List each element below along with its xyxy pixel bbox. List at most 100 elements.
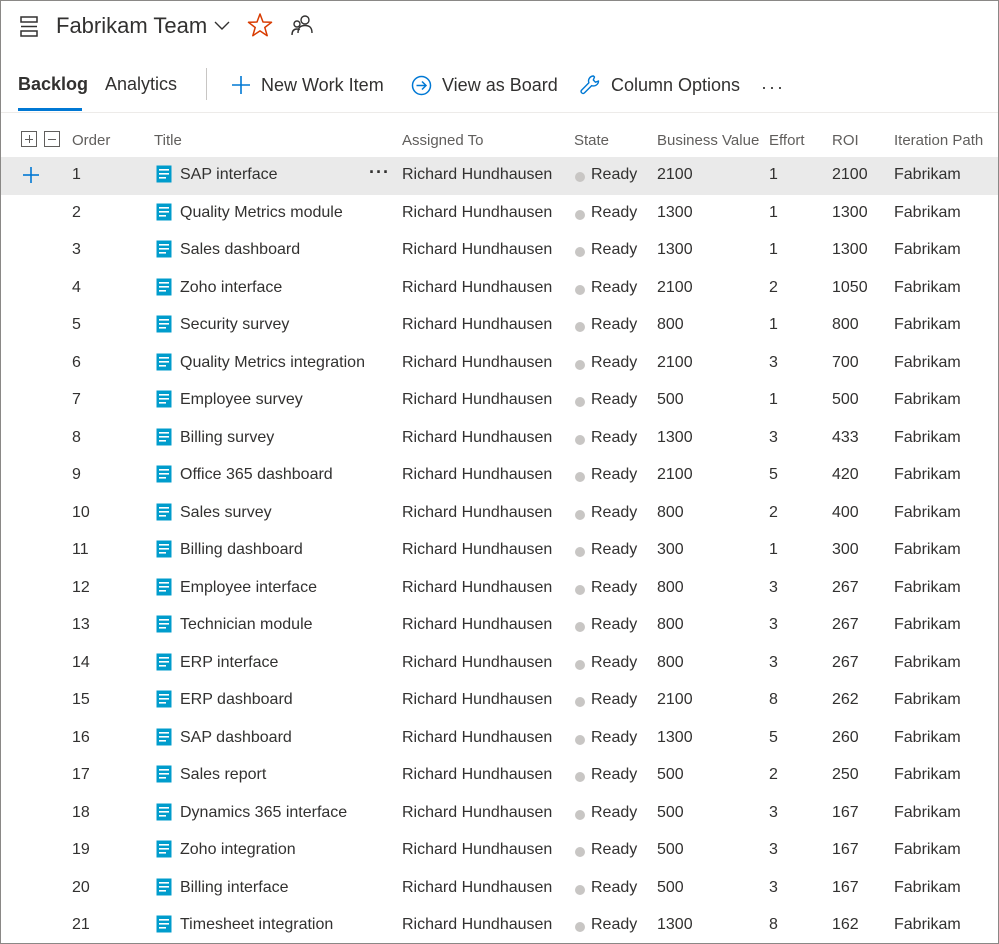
column-header-title[interactable]: Title	[154, 132, 182, 149]
work-item-title[interactable]: Zoho integration	[180, 841, 296, 859]
cell-business-value: 800	[657, 616, 684, 633]
work-item-title[interactable]: Billing dashboard	[180, 541, 303, 559]
backlog-item-icon	[156, 728, 172, 745]
table-row[interactable]: 10 Sales survey Richard Hundhausen Ready 800…	[1, 495, 998, 533]
work-item-title[interactable]: Security survey	[180, 316, 289, 334]
work-item-title[interactable]: Timesheet integration	[180, 916, 333, 934]
column-header-business-value[interactable]: Business Value	[657, 132, 759, 149]
cell-state: Ready	[591, 578, 638, 596]
cell-assigned-to: Richard Hundhausen	[402, 728, 553, 746]
column-header-effort[interactable]: Effort	[769, 132, 805, 149]
table-row[interactable]: 20 Billing interface Richard Hundhausen Rea…	[1, 870, 998, 908]
work-item-title[interactable]: Employee survey	[180, 391, 303, 409]
active-tab-indicator	[18, 108, 82, 111]
cell-state: Ready	[591, 203, 638, 221]
table-row[interactable]: 4 Zoho interface Richard Hundhausen Ready 21…	[1, 270, 998, 308]
cell-iteration-path: Fabrikam	[894, 878, 961, 896]
cell-order: 19	[72, 841, 90, 858]
table-row[interactable]: 9 Office 365 dashboard Richard Hundhausen R…	[1, 457, 998, 495]
work-item-title[interactable]: SAP interface	[180, 166, 278, 184]
row-more-actions-button[interactable]: ···	[369, 162, 390, 183]
work-item-title[interactable]: Quality Metrics module	[180, 204, 343, 222]
more-actions-button[interactable]: ···	[761, 77, 785, 98]
column-header-state[interactable]: State	[574, 132, 609, 149]
column-options-label: Column Options	[611, 74, 741, 95]
work-item-title[interactable]: Dynamics 365 interface	[180, 804, 347, 822]
team-members-icon[interactable]	[290, 13, 314, 37]
work-item-title[interactable]: Quality Metrics integration	[180, 354, 365, 372]
work-item-title[interactable]: Sales survey	[180, 504, 272, 522]
table-row[interactable]: 13 Technician module Richard Hundhausen Rea…	[1, 607, 998, 645]
work-item-title[interactable]: Billing survey	[180, 429, 274, 447]
new-work-item-button[interactable]: New Work Item	[231, 71, 384, 99]
view-as-board-button[interactable]: View as Board	[411, 71, 558, 99]
table-row[interactable]: 8 Billing survey Richard Hundhausen Ready 13…	[1, 420, 998, 458]
cell-business-value: 1300	[657, 728, 693, 746]
expand-all-icon[interactable]	[21, 131, 37, 147]
cell-iteration-path: Fabrikam	[894, 728, 961, 746]
cell-assigned-to: Richard Hundhausen	[402, 503, 553, 521]
work-item-title[interactable]: Employee interface	[180, 579, 317, 597]
cell-assigned-to: Richard Hundhausen	[402, 766, 553, 783]
chevron-down-icon[interactable]	[213, 19, 231, 33]
table-row[interactable]: 19 Zoho integration Richard Hundhausen Read…	[1, 832, 998, 870]
work-item-title[interactable]: Office 365 dashboard	[180, 466, 333, 484]
work-item-title[interactable]: ERP dashboard	[180, 691, 293, 709]
table-row[interactable]: 21 Timesheet integration Richard Hundhause…	[1, 907, 998, 943]
team-name[interactable]: Fabrikam Team	[56, 13, 207, 39]
table-row[interactable]: 15 ERP dashboard Richard Hundhausen Ready 21…	[1, 682, 998, 720]
table-row[interactable]: 12 Employee interface Richard Hundhausen Re…	[1, 570, 998, 608]
table-row[interactable]: 11 Billing dashboard Richard Hundhausen Rea…	[1, 532, 998, 570]
cell-iteration-path: Fabrikam	[894, 316, 961, 333]
column-options-button[interactable]: Column Options	[579, 71, 740, 99]
work-item-title[interactable]: Billing interface	[180, 879, 289, 897]
cell-effort: 3	[769, 353, 778, 371]
work-item-title[interactable]: Sales dashboard	[180, 241, 300, 259]
table-row[interactable]: 1 SAP interface Richard Hundhausen Ready 210…	[1, 157, 998, 195]
work-item-title[interactable]: Zoho interface	[180, 279, 282, 297]
tab-backlog[interactable]: Backlog	[18, 74, 88, 95]
cell-business-value: 500	[657, 391, 684, 408]
work-item-title[interactable]: ERP interface	[180, 654, 278, 672]
cell-business-value: 800	[657, 503, 684, 521]
page-header: Fabrikam Team	[1, 1, 998, 53]
cell-roi: 1050	[832, 278, 868, 296]
cell-state: Ready	[591, 878, 638, 896]
work-item-title[interactable]: SAP dashboard	[180, 729, 292, 747]
column-header-assigned-to[interactable]: Assigned To	[402, 132, 483, 149]
cell-effort: 3	[769, 841, 778, 858]
tab-analytics[interactable]: Analytics	[105, 74, 177, 95]
cell-business-value: 500	[657, 766, 684, 783]
table-row[interactable]: 18 Dynamics 365 interface Richard Hundhaus…	[1, 795, 998, 833]
cell-order: 17	[72, 766, 90, 783]
state-indicator-icon	[575, 809, 585, 820]
table-row[interactable]: 17 Sales report Richard Hundhausen Ready 500…	[1, 757, 998, 795]
table-row[interactable]: 3 Sales dashboard Richard Hundhausen Ready 1…	[1, 232, 998, 270]
cell-effort: 5	[769, 466, 778, 483]
cell-iteration-path: Fabrikam	[894, 391, 961, 408]
add-child-icon[interactable]	[21, 165, 41, 185]
cell-roi: 700	[832, 353, 859, 371]
table-row[interactable]: 6 Quality Metrics integration Richard Hund…	[1, 345, 998, 383]
column-header-roi[interactable]: ROI	[832, 132, 859, 149]
state-indicator-icon	[575, 772, 585, 782]
table-row[interactable]: 7 Employee survey Richard Hundhausen Ready 5…	[1, 382, 998, 420]
column-header-order[interactable]: Order	[72, 132, 110, 149]
cell-business-value: 1300	[657, 916, 693, 933]
work-item-title[interactable]: Sales report	[180, 766, 266, 784]
table-row[interactable]: 5 Security survey Richard Hundhausen Ready 8…	[1, 307, 998, 345]
cell-assigned-to: Richard Hundhausen	[402, 841, 553, 858]
table-row[interactable]: 16 SAP dashboard Richard Hundhausen Ready 13…	[1, 720, 998, 758]
cell-assigned-to: Richard Hundhausen	[402, 353, 553, 371]
backlog-item-icon	[156, 390, 172, 408]
cell-assigned-to: Richard Hundhausen	[402, 203, 553, 221]
column-header-iteration-path[interactable]: Iteration Path	[894, 132, 983, 149]
collapse-all-icon[interactable]	[44, 131, 60, 147]
cell-effort: 1	[769, 166, 778, 183]
state-indicator-icon	[575, 922, 585, 932]
table-row[interactable]: 14 ERP interface Richard Hundhausen Ready 80…	[1, 645, 998, 683]
table-row[interactable]: 2 Quality Metrics module Richard Hundhause…	[1, 195, 998, 233]
work-item-title[interactable]: Technician module	[180, 616, 313, 634]
star-icon[interactable]	[247, 12, 273, 38]
cell-roi: 162	[832, 916, 859, 933]
